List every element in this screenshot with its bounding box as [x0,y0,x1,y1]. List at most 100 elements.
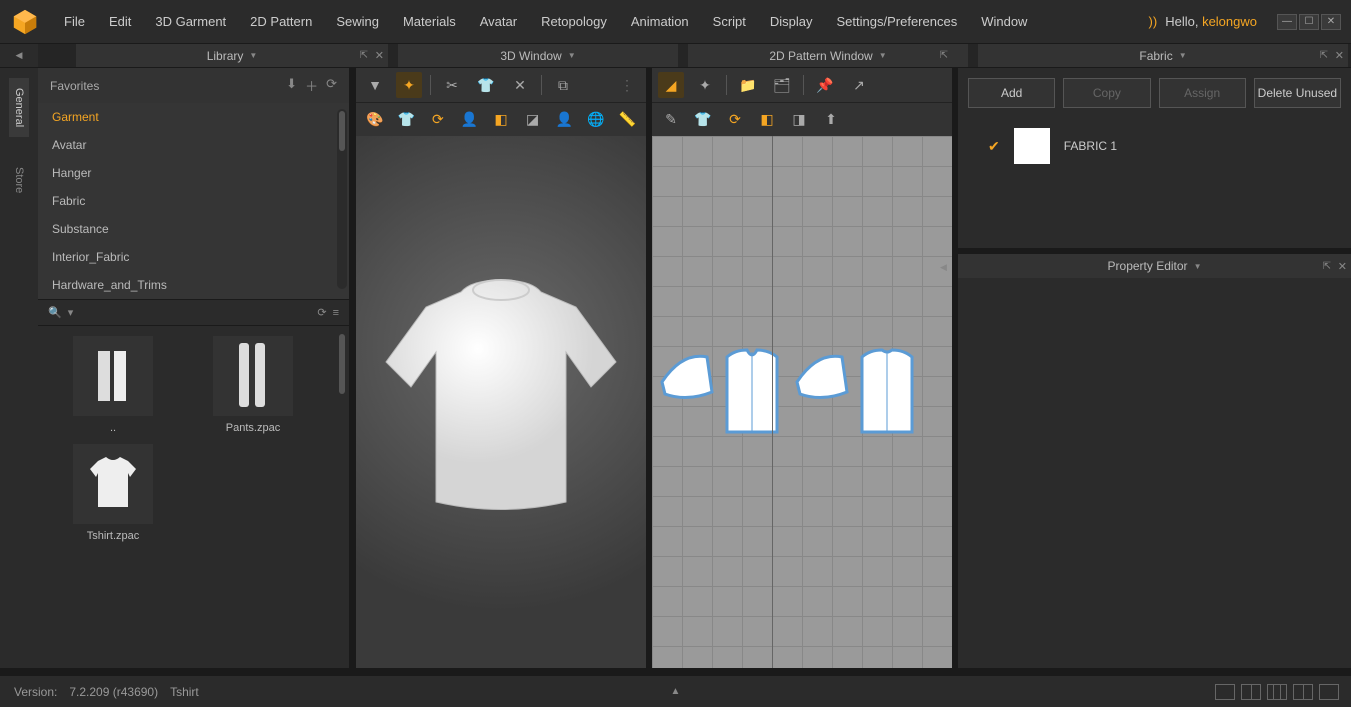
layout-grid-icon[interactable] [1293,684,1313,700]
menu-display[interactable]: Display [760,8,823,35]
handle-icon[interactable]: ⋮ [614,72,640,98]
menu-file[interactable]: File [54,8,95,35]
pin-icon[interactable]: ✂ [439,72,465,98]
add-icon[interactable]: ＋ [305,76,318,95]
thumbnail-scrollbar[interactable] [337,332,347,657]
popout-icon[interactable]: ⇱ [360,50,368,61]
category-avatar[interactable]: Avatar [38,131,349,159]
menu-animation[interactable]: Animation [621,8,699,35]
list-view-icon[interactable]: ≡ [333,307,339,319]
side-tab-general[interactable]: General [9,78,29,137]
fold-icon[interactable]: ⧉ [550,72,576,98]
category-list: Garment Avatar Hanger Fabric Substance I… [38,103,349,299]
surface-icon[interactable]: ◧ [488,107,514,133]
list-item[interactable]: Pants.zpac [188,336,318,434]
measure-icon[interactable]: ✕ [507,72,533,98]
layout-2col-icon[interactable] [1241,684,1261,700]
free-sewing-icon[interactable]: ↗ [846,72,872,98]
upload-icon[interactable]: ⬆ [818,107,844,133]
panel-icon[interactable]: ◧ [754,107,780,133]
fabric-delete-button[interactable]: Delete Unused [1254,78,1341,108]
viewport-3d: ▼ ✦ ✂ 👕 ✕ ⧉ ⋮ 🎨 👕 ⟳ 👤 ◧ ◪ 👤 🌐 📏 [356,68,646,668]
list-item[interactable]: .. [48,336,178,434]
tab-2d-window[interactable]: 2D Pattern Window▼ ⇱ [688,44,968,67]
refresh-icon[interactable]: ⟳ [326,76,337,95]
filter-dropdown-icon[interactable]: ▾ [68,306,74,319]
viewport-2d-canvas[interactable] [652,136,952,668]
window-close[interactable]: ✕ [1321,14,1341,30]
arrange-icon[interactable]: 👕 [473,72,499,98]
expand-up-icon[interactable]: ▲ [671,686,681,697]
popout-icon[interactable]: ⇱ [940,50,948,61]
texture-icon[interactable]: 🎨 [362,107,388,133]
simulate-icon[interactable]: ▼ [362,72,388,98]
pen-icon[interactable]: ✎ [658,107,684,133]
ruler-icon[interactable]: 📏 [615,107,641,133]
menu-script[interactable]: Script [703,8,756,35]
category-substance[interactable]: Substance [38,215,349,243]
fabric-copy-button[interactable]: Copy [1063,78,1150,108]
close-icon[interactable]: ✕ [1335,49,1344,62]
shadow-icon[interactable]: ◪ [520,107,546,133]
category-scrollbar[interactable] [337,109,347,289]
category-interior-fabric[interactable]: Interior_Fabric [38,243,349,271]
refresh-icon[interactable]: ⟳ [425,107,451,133]
menu-retopology[interactable]: Retopology [531,8,617,35]
layout-3col-icon[interactable] [1267,684,1287,700]
fabric-list-item[interactable]: ✔ FABRIC 1 [988,128,1321,164]
sync-icon[interactable]: ⟳ [722,107,748,133]
category-hardware-trims[interactable]: Hardware_and_Trims [38,271,349,299]
category-garment[interactable]: Garment [38,103,349,131]
viewport-3d-canvas[interactable] [356,136,646,668]
shelf-3d: 🎨 👕 ⟳ 👤 ◧ ◪ 👤 🌐 📏 [356,102,646,136]
menu-settings[interactable]: Settings/Preferences [827,8,968,35]
category-fabric[interactable]: Fabric [38,187,349,215]
side-tab-store[interactable]: Store [9,157,29,203]
close-icon[interactable]: ✕ [1338,260,1347,273]
menu-2d-pattern[interactable]: 2D Pattern [240,8,322,35]
menubar: File Edit 3D Garment 2D Pattern Sewing M… [0,0,1351,44]
collapse-icon[interactable]: ◀ [16,50,23,61]
fabric-add-button[interactable]: Add [968,78,1055,108]
popout-icon[interactable]: ⇱ [1323,261,1331,272]
fabric-assign-button[interactable]: Assign [1159,78,1246,108]
folder-icon[interactable]: 📁 [735,72,761,98]
layout-switcher [1215,684,1339,700]
panel2-icon[interactable]: ◨ [786,107,812,133]
shirt-icon[interactable]: 👕 [690,107,716,133]
garment-icon[interactable]: 👕 [394,107,420,133]
folders-icon[interactable]: 🗂 [769,72,795,98]
layout-full-icon[interactable] [1319,684,1339,700]
popout-icon[interactable]: ⇱ [1320,50,1328,61]
tab-3d-window[interactable]: 3D Window▼ [398,44,678,67]
menu-window[interactable]: Window [971,8,1037,35]
menu-materials[interactable]: Materials [393,8,466,35]
refresh-icon[interactable]: ⟳ [317,306,326,319]
fabric-swatch [1014,128,1050,164]
menu-avatar[interactable]: Avatar [470,8,527,35]
window-minimize[interactable]: ― [1277,14,1297,30]
check-icon: ✔ [988,138,1000,155]
transform-icon[interactable]: ✦ [692,72,718,98]
sewing-icon[interactable]: 📌 [812,72,838,98]
close-icon[interactable]: ✕ [375,49,384,62]
menu-3d-garment[interactable]: 3D Garment [145,8,236,35]
avatar-icon[interactable]: 👤 [551,107,577,133]
menu-sewing[interactable]: Sewing [326,8,389,35]
layout-single-icon[interactable] [1215,684,1235,700]
search-icon[interactable]: 🔍 [48,306,62,319]
download-icon[interactable]: ⬇ [286,76,297,95]
globe-icon[interactable]: 🌐 [583,107,609,133]
edit-pattern-icon[interactable]: ◢ [658,72,684,98]
category-hanger[interactable]: Hanger [38,159,349,187]
tab-property-editor[interactable]: Property Editor▼ ⇱ ✕ [958,254,1351,278]
collapse-icon[interactable]: ◀ [940,262,947,273]
menu-edit[interactable]: Edit [99,8,141,35]
list-item[interactable]: Tshirt.zpac [48,444,178,542]
tab-library[interactable]: Library▼ ⇱ ✕ [76,44,388,67]
toolbar-3d: ▼ ✦ ✂ 👕 ✕ ⧉ ⋮ [356,68,646,102]
select-move-icon[interactable]: ✦ [396,72,422,98]
avatar-show-icon[interactable]: 👤 [457,107,483,133]
tab-fabric[interactable]: Fabric▼ ⇱ ✕ [978,44,1348,67]
window-maximize[interactable]: ☐ [1299,14,1319,30]
